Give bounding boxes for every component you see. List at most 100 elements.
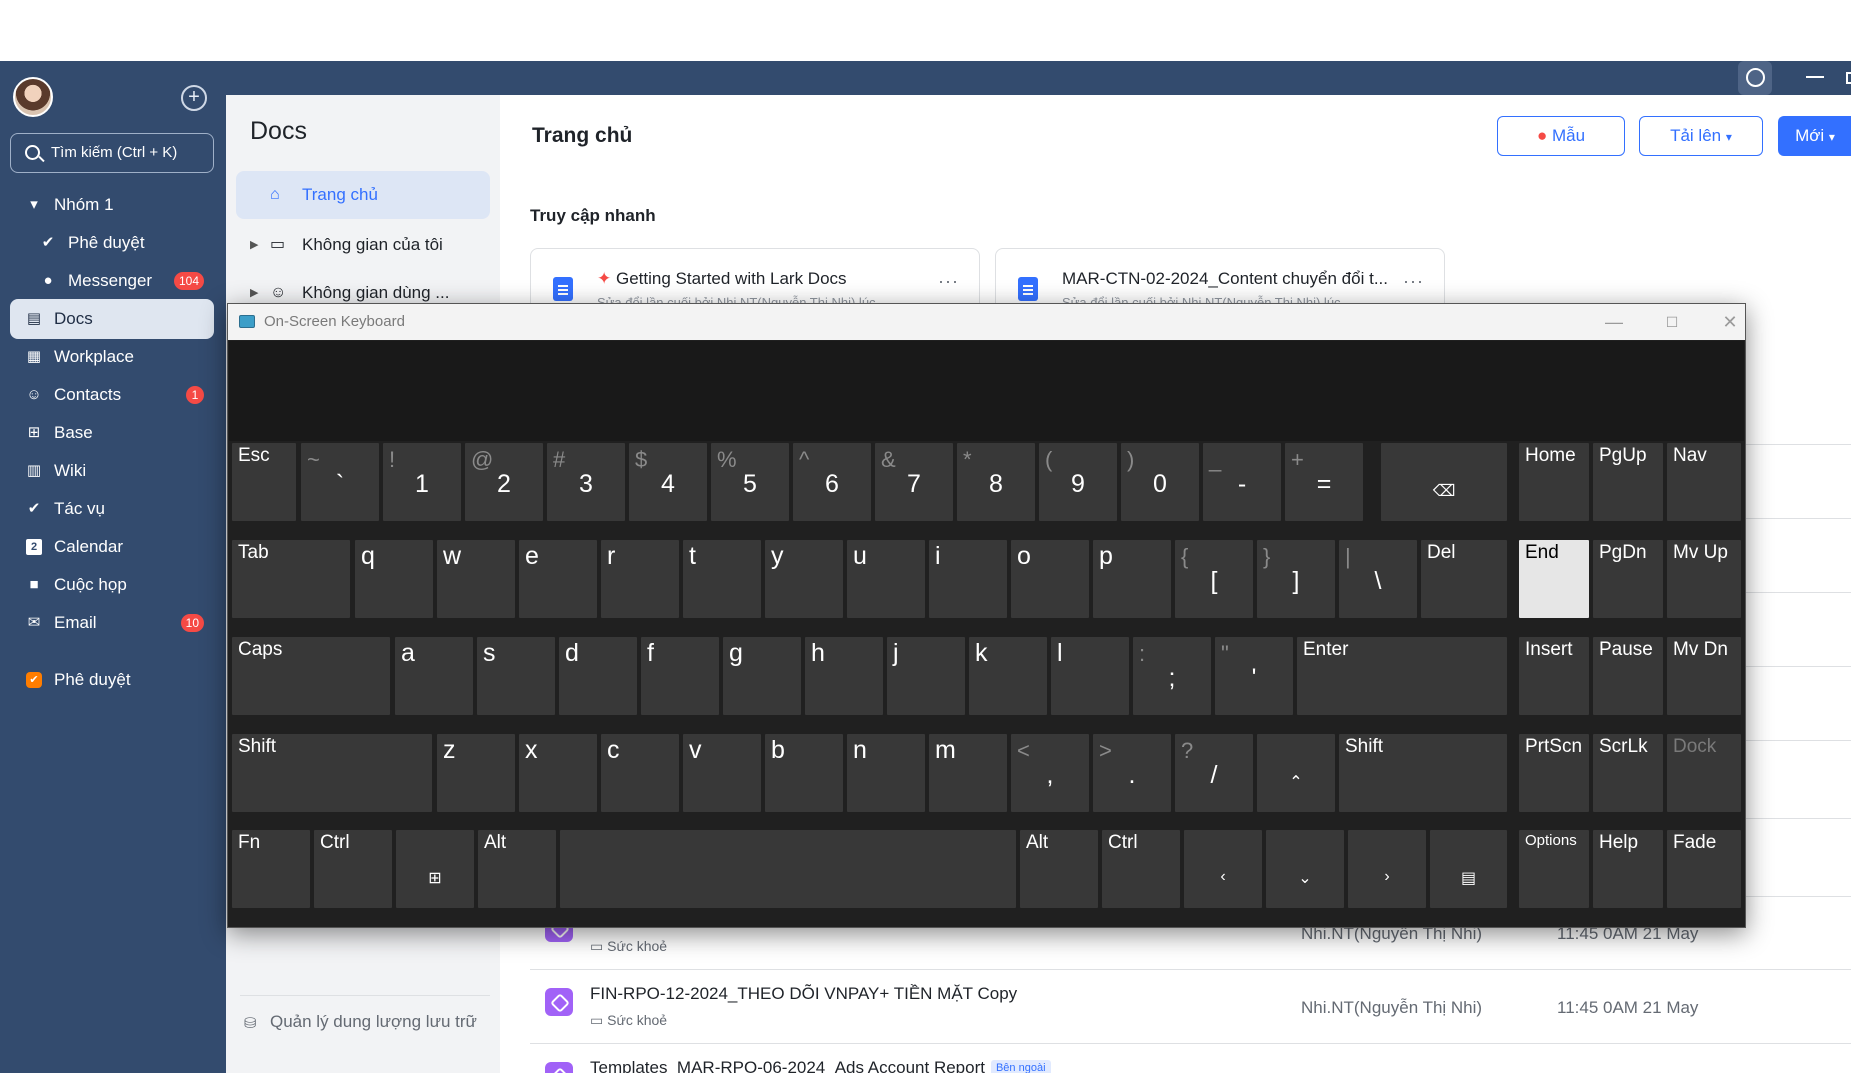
key-arrow-left[interactable]: ‹ (1184, 830, 1262, 908)
more-icon[interactable]: ··· (938, 271, 959, 292)
key-arrow-up[interactable]: ⌃ (1257, 734, 1335, 812)
key-r[interactable]: r (601, 540, 679, 618)
key-windows[interactable]: ⊞ (396, 830, 474, 908)
key-a[interactable]: a (395, 637, 473, 715)
key-8[interactable]: * 8 (957, 443, 1035, 521)
docs-nav-shared-space[interactable]: ▶ ☺ Không gian dùng ... (236, 269, 490, 303)
key-esc[interactable]: Esc (232, 443, 296, 521)
key-shift-left[interactable]: Shift (232, 734, 432, 812)
key-7[interactable]: & 7 (875, 443, 953, 521)
key-h[interactable]: h (805, 637, 883, 715)
key-backspace[interactable]: ⌫ (1381, 443, 1507, 521)
key-y[interactable]: y (765, 540, 843, 618)
key-q[interactable]: q (355, 540, 433, 618)
maximize-button[interactable] (1846, 72, 1851, 84)
key-fn[interactable]: Fn (232, 830, 310, 908)
key-6[interactable]: ^ 6 (793, 443, 871, 521)
key-m[interactable]: m (929, 734, 1007, 812)
key-3[interactable]: #3 (547, 443, 625, 521)
key-`[interactable]: ~ ` (301, 443, 379, 521)
key-help[interactable]: Help (1593, 830, 1663, 908)
new-button[interactable]: Mới ▾ (1778, 116, 1851, 156)
osk-minimize-button[interactable]: — (1602, 310, 1626, 334)
key-n[interactable]: n (847, 734, 925, 812)
key-j[interactable]: j (887, 637, 965, 715)
key-s[interactable]: s (477, 637, 555, 715)
key-arrow-right[interactable]: › (1348, 830, 1426, 908)
template-button[interactable]: ● Mẫu (1497, 116, 1625, 156)
key-caps[interactable]: Caps (232, 637, 390, 715)
key-sym4-2[interactable]: ? / (1175, 734, 1253, 812)
history-button[interactable] (1738, 61, 1772, 95)
key-menu[interactable]: ▤ (1430, 830, 1507, 908)
key-sym-1[interactable]: }] (1257, 540, 1335, 618)
sidebar-item-tasks[interactable]: ✔ Tác vụ (10, 489, 214, 529)
key-4[interactable]: $4 (629, 443, 707, 521)
key-sym-0[interactable]: {[ (1175, 540, 1253, 618)
key-shift-right[interactable]: Shift (1339, 734, 1507, 812)
key-b[interactable]: b (765, 734, 843, 812)
osk-close-button[interactable]: ✕ (1718, 310, 1742, 334)
key-alt-right[interactable]: Alt (1020, 830, 1098, 908)
key-sym3-0[interactable]: :; (1133, 637, 1211, 715)
key-fade[interactable]: Fade (1667, 830, 1741, 908)
key-w[interactable]: w (437, 540, 515, 618)
storage-management-link[interactable]: ⛁ Quản lý dung lượng lưu trữ (240, 995, 490, 1032)
key-z[interactable]: z (437, 734, 515, 812)
sidebar-item-email[interactable]: ✉ Email 10 (10, 603, 214, 643)
key--[interactable]: _ - (1203, 443, 1281, 521)
table-row[interactable]: FIN-RPO-12-2024_THEO DÕI VNPAY+ TIỀN MẶT… (530, 970, 1851, 1044)
key-g[interactable]: g (723, 637, 801, 715)
key-end[interactable]: End (1519, 540, 1589, 618)
key-sym-2[interactable]: | \ (1339, 540, 1417, 618)
upload-button[interactable]: Tải lên ▾ (1639, 116, 1763, 156)
key-options[interactable]: Options (1519, 830, 1589, 908)
key-x[interactable]: x (519, 734, 597, 812)
key-scrlk[interactable]: ScrLk (1593, 734, 1663, 812)
docs-nav-my-space[interactable]: ▶ ▭ Không gian của tôi (236, 221, 490, 269)
sidebar-item-approval[interactable]: ✔ Phê duyệt (10, 223, 214, 263)
sidebar-item-calendar[interactable]: 2 Calendar (10, 527, 214, 567)
sidebar-item-base[interactable]: ⊞ Base (10, 413, 214, 453)
key-k[interactable]: k (969, 637, 1047, 715)
key-d[interactable]: d (559, 637, 637, 715)
key-home[interactable]: Home (1519, 443, 1589, 521)
key-arrow-down[interactable]: ⌄ (1266, 830, 1344, 908)
key-prtscn[interactable]: PrtScn (1519, 734, 1589, 812)
sidebar-item-meetings[interactable]: ■ Cuộc họp (10, 565, 214, 605)
key-mvup[interactable]: Mv Up (1667, 540, 1741, 618)
sidebar-item-messenger[interactable]: ● Messenger 104 (10, 261, 214, 301)
key-u[interactable]: u (847, 540, 925, 618)
key-0[interactable]: ) 0 (1121, 443, 1199, 521)
key-del[interactable]: Del (1421, 540, 1507, 618)
key-l[interactable]: l (1051, 637, 1129, 715)
key-tab[interactable]: Tab (232, 540, 350, 618)
table-row[interactable]: Templates_MAR-RPO-06-2024_Ads Account Re… (530, 1044, 1851, 1073)
sidebar-item-wiki[interactable]: ▥ Wiki (10, 451, 214, 491)
key-pgdn[interactable]: PgDn (1593, 540, 1663, 618)
more-icon[interactable]: ··· (1403, 271, 1424, 292)
key-9[interactable]: (9 (1039, 443, 1117, 521)
sidebar-item-contacts[interactable]: ☺ Contacts 1 (10, 375, 214, 415)
key-sym4-0[interactable]: <, (1011, 734, 1089, 812)
key-p[interactable]: p (1093, 540, 1171, 618)
key-sym4-1[interactable]: >. (1093, 734, 1171, 812)
key-alt-left[interactable]: Alt (478, 830, 556, 908)
search-input[interactable]: Tìm kiếm (Ctrl + K) (10, 133, 214, 173)
docs-nav-home[interactable]: ⌂ Trang chủ (236, 171, 490, 219)
key-e[interactable]: e (519, 540, 597, 618)
sidebar-item-workplace[interactable]: ▦ Workplace (10, 337, 214, 377)
key-sym3-1[interactable]: " ' (1215, 637, 1293, 715)
key-f[interactable]: f (641, 637, 719, 715)
key-pause[interactable]: Pause (1593, 637, 1663, 715)
key-v[interactable]: v (683, 734, 761, 812)
sidebar-item-docs[interactable]: ▤ Docs (10, 299, 214, 339)
key-5[interactable]: % 5 (711, 443, 789, 521)
key-space[interactable] (560, 830, 1016, 908)
add-icon[interactable]: + (181, 85, 207, 111)
minimize-button[interactable] (1806, 76, 1824, 78)
key-ctrl-left[interactable]: Ctrl (314, 830, 392, 908)
key-=[interactable]: + = (1285, 443, 1363, 521)
key-mvdn[interactable]: Mv Dn (1667, 637, 1741, 715)
key-ctrl-right[interactable]: Ctrl (1102, 830, 1180, 908)
